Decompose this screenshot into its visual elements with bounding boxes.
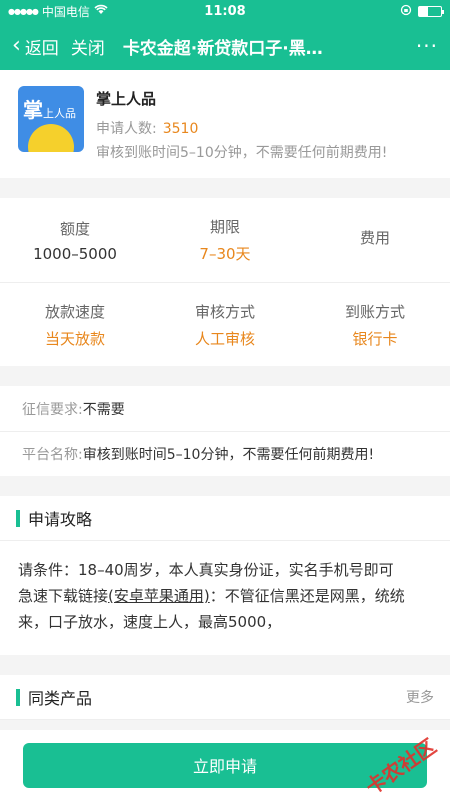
status-bar: ●●●●● 中国电信 11:08 [0, 0, 450, 22]
coin-icon [28, 124, 74, 152]
section-accent-bar [16, 509, 20, 527]
applicant-count-value: 3510 [162, 121, 199, 137]
logo-text: 掌上人品 [23, 98, 76, 122]
back-label: 返回 [24, 38, 59, 59]
term-fee: 费用 [359, 228, 390, 247]
download-link[interactable]: (安卓苹果通用) [108, 587, 210, 605]
guide-content: 请条件：18–40周岁，本人真实身份证，实名手机号即可 急速下载链接(安卓苹果通… [0, 541, 450, 655]
battery-icon [418, 5, 444, 17]
credit-requirement-row: 征信要求: 不需要 [22, 401, 125, 418]
back-button[interactable]: ‹ 返回 [12, 34, 59, 59]
applicant-count: 申请人数: 3510 [96, 121, 199, 137]
guide-line: 请条件：18–40周岁，本人真实身份证，实名手机号即可 [18, 561, 394, 579]
product-header: 掌上人品 掌上人品 申请人数: 3510 审核到账时间5–10分钟，不需要任何前期… [0, 70, 450, 178]
similar-title: 同类产品 [28, 689, 93, 708]
term-period: 期限 7–30天 [199, 218, 251, 263]
wifi-icon [94, 4, 108, 18]
more-link[interactable]: 更多 [406, 687, 434, 707]
product-name: 掌上人品 [96, 90, 157, 108]
term-payout: 到账方式 银行卡 [344, 302, 405, 348]
product-description: 审核到账时间5–10分钟，不需要任何前期费用! [96, 145, 388, 161]
page-title: 卡农金超·新贷款口子·黑… [122, 38, 323, 59]
similar-products-section: 同类产品 更多 [0, 675, 450, 720]
more-menu-button[interactable]: ··· [416, 34, 438, 58]
close-button[interactable]: 关闭 [71, 34, 105, 59]
guide-line: 急速下载链接(安卓苹果通用)：不管征信黑还是网黑，统统来，口子放水，速度上人，最… [18, 587, 405, 631]
product-logo: 掌上人品 [18, 86, 84, 152]
term-speed: 放款速度 当天放款 [44, 302, 105, 348]
similar-header: 同类产品 更多 [0, 675, 450, 720]
guide-section: 申请攻略 请条件：18–40周岁，本人真实身份证，实名手机号即可 急速下载链接(… [0, 496, 450, 655]
guide-header: 申请攻略 [0, 496, 450, 541]
guide-title: 申请攻略 [28, 510, 93, 529]
platform-name-row: 平台名称: 审核到账时间5–10分钟，不需要任何前期费用! [0, 431, 450, 476]
section-accent-bar [16, 688, 20, 706]
terms-row: 放款速度 当天放款 审核方式 人工审核 到账方式 银行卡 [0, 282, 450, 366]
loan-terms-grid: 额度 1000–5000 期限 7–30天 费用 放款速度 当天放款 审核方式 … [0, 198, 450, 366]
term-amount: 额度 1000–5000 [33, 219, 117, 263]
info-list: 征信要求: 不需要 平台名称: 审核到账时间5–10分钟，不需要任何前期费用! [0, 386, 450, 476]
carrier-label: 中国电信 [41, 4, 90, 19]
terms-row: 额度 1000–5000 期限 7–30天 费用 [0, 198, 450, 282]
nav-bar: ‹ 返回 关闭 卡农金超·新贷款口子·黑… ··· [0, 22, 450, 70]
rotation-lock-icon [400, 4, 412, 19]
signal-icon: ●●●●● [8, 6, 39, 16]
chevron-left-icon: ‹ [12, 33, 21, 58]
term-review: 审核方式 人工审核 [194, 302, 255, 348]
